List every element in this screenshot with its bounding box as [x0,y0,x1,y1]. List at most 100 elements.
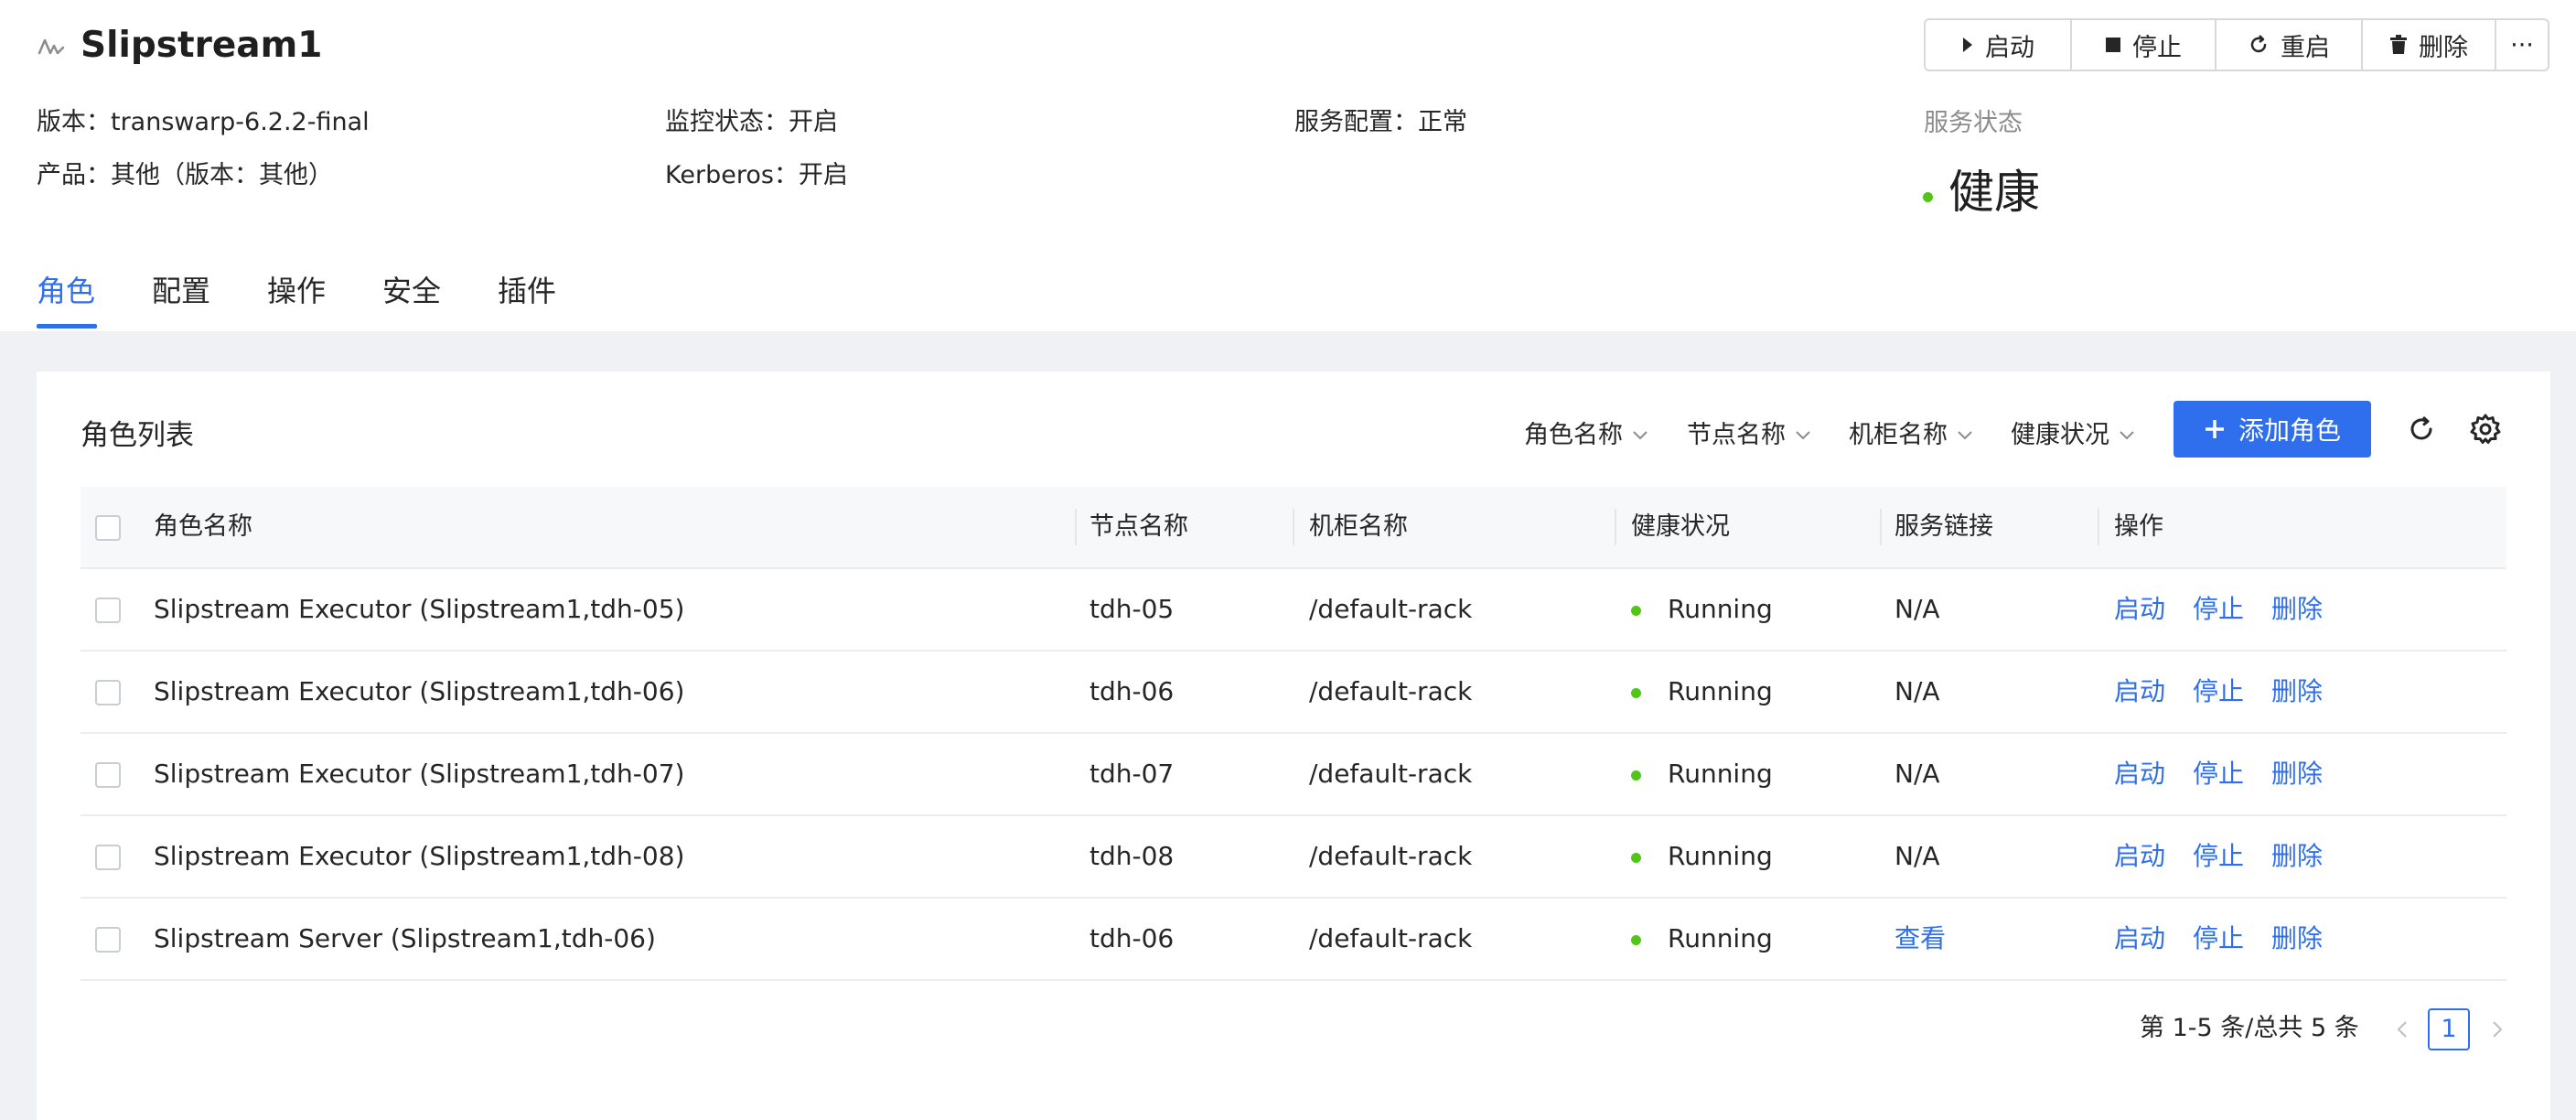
row-delete-link[interactable]: 删除 [2271,841,2323,871]
filter-rack-name-label: 机柜名称 [1849,421,1948,449]
chevron-left-icon[interactable] [2391,1018,2415,1041]
version-info: 版本：transwarp-6.2.2-final [37,108,370,136]
service-link-cell: N/A [1894,676,1940,706]
header-actions: 操作 [2114,512,2163,541]
start-button[interactable]: 启动 [1926,20,2072,70]
monitor-status-info: 监控状态：开启 [665,108,838,136]
trash-icon [2390,35,2407,54]
add-role-button-label: 添加角色 [2238,415,2341,446]
delete-button[interactable]: 删除 [2363,20,2496,70]
service-header: Slipstream1 启动 停止 重启 删除 ··· 版本：transwarp… [0,0,2576,331]
active-tab-indicator [37,324,97,328]
card-title: 角色列表 [80,419,194,452]
service-link-cell: N/A [1894,841,1940,871]
more-button[interactable]: ··· [2496,20,2548,70]
service-link-view[interactable]: 查看 [1894,899,1946,979]
chevron-down-icon [2120,431,2134,440]
row-start-link[interactable]: 启动 [2114,841,2165,871]
tab-plugins[interactable]: 插件 [498,265,556,317]
health-dot [1631,935,1641,945]
header-role-name[interactable]: 角色名称 [154,487,252,567]
chevron-right-icon[interactable] [2485,1018,2508,1041]
node-name-cell: tdh-07 [1089,759,1175,789]
row-stop-link[interactable]: 停止 [2193,594,2244,624]
filter-health-status[interactable]: 健康状况 [2011,410,2135,461]
rack-name-cell: /default-rack [1309,841,1473,871]
row-stop-link[interactable]: 停止 [2193,759,2244,789]
row-start-link[interactable]: 启动 [2114,923,2165,953]
plus-icon [2205,420,2224,438]
settings-gear-icon[interactable] [2468,412,2503,447]
row-delete-link[interactable]: 删除 [2271,676,2323,706]
rack-name-cell: /default-rack [1309,759,1473,789]
row-delete-link[interactable]: 删除 [2271,923,2323,953]
tab-security[interactable]: 安全 [382,265,441,317]
node-name-cell: tdh-05 [1089,594,1175,624]
row-actions: 启动 停止 删除 [2114,652,2350,732]
header-health[interactable]: 健康状况 [1631,487,1730,567]
filter-rack-name[interactable]: 机柜名称 [1849,410,1973,461]
more-icon: ··· [2510,30,2534,59]
filter-node-name-label: 节点名称 [1687,421,1786,449]
health-dot [1631,606,1641,616]
select-all-checkbox[interactable] [95,515,121,541]
restart-button[interactable]: 重启 [2216,20,2363,70]
filter-role-name[interactable]: 角色名称 [1524,410,1648,461]
page-number-button[interactable]: 1 [2428,1008,2470,1050]
header-rack-name[interactable]: 机柜名称 [1309,487,1408,567]
health-cell: Running [1668,759,1773,789]
rack-name-cell: /default-rack [1309,923,1473,953]
row-checkbox[interactable] [95,762,121,788]
service-status-label: 服务状态 [1924,109,2023,137]
service-title: Slipstream1 [80,25,323,66]
row-checkbox[interactable] [95,598,121,623]
kerberos-info: Kerberos：开启 [665,161,848,189]
header-node-name[interactable]: 节点名称 [1089,487,1188,567]
health-cell: Running [1668,923,1773,953]
tab-roles[interactable]: 角色 [37,265,95,317]
stop-icon [2106,38,2120,52]
role-name-cell: Slipstream Executor (Slipstream1,tdh-07) [154,759,685,789]
table-row: Slipstream Executor (Slipstream1,tdh-05)… [80,569,2506,652]
header-service-link[interactable]: 服务链接 [1894,487,1993,567]
service-action-group: 启动 停止 重启 删除 ··· [1924,18,2549,71]
tab-config[interactable]: 配置 [152,265,210,317]
row-checkbox[interactable] [95,927,121,953]
restart-icon [2250,35,2267,53]
row-stop-link[interactable]: 停止 [2193,923,2244,953]
status-dot [1923,192,1933,202]
rack-name-cell: /default-rack [1309,594,1473,624]
health-cell: Running [1668,594,1773,624]
role-name-cell: Slipstream Executor (Slipstream1,tdh-08) [154,841,685,871]
health-cell: Running [1668,841,1773,871]
chevron-down-icon [1958,431,1972,440]
chevron-down-icon [1796,431,1810,440]
column-divider [1615,509,1616,545]
refresh-icon[interactable] [2404,412,2439,447]
row-start-link[interactable]: 启动 [2114,594,2165,624]
row-delete-link[interactable]: 删除 [2271,594,2323,624]
node-name-cell: tdh-06 [1089,676,1175,706]
row-stop-link[interactable]: 停止 [2193,676,2244,706]
row-stop-link[interactable]: 停止 [2193,841,2244,871]
stop-button[interactable]: 停止 [2072,20,2216,70]
start-button-label: 启动 [1985,33,2034,62]
row-checkbox[interactable] [95,845,121,870]
column-divider [1880,509,1882,545]
filter-node-name[interactable]: 节点名称 [1687,410,1811,461]
rack-name-cell: /default-rack [1309,676,1473,706]
delete-button-label: 删除 [2419,33,2468,62]
play-icon [1963,38,1972,52]
add-role-button[interactable]: 添加角色 [2174,401,2371,458]
filter-health-status-label: 健康状况 [2011,421,2109,449]
row-delete-link[interactable]: 删除 [2271,759,2323,789]
pagination-summary: 第 1-5 条/总共 5 条 [2140,1014,2359,1042]
column-divider [2098,509,2099,545]
tab-operations[interactable]: 操作 [267,265,326,317]
row-start-link[interactable]: 启动 [2114,759,2165,789]
row-checkbox[interactable] [95,680,121,705]
health-cell: Running [1668,676,1773,706]
row-start-link[interactable]: 启动 [2114,676,2165,706]
filter-role-name-label: 角色名称 [1524,421,1623,449]
table-header: 角色名称 节点名称 机柜名称 健康状况 服务链接 操作 [80,487,2506,569]
